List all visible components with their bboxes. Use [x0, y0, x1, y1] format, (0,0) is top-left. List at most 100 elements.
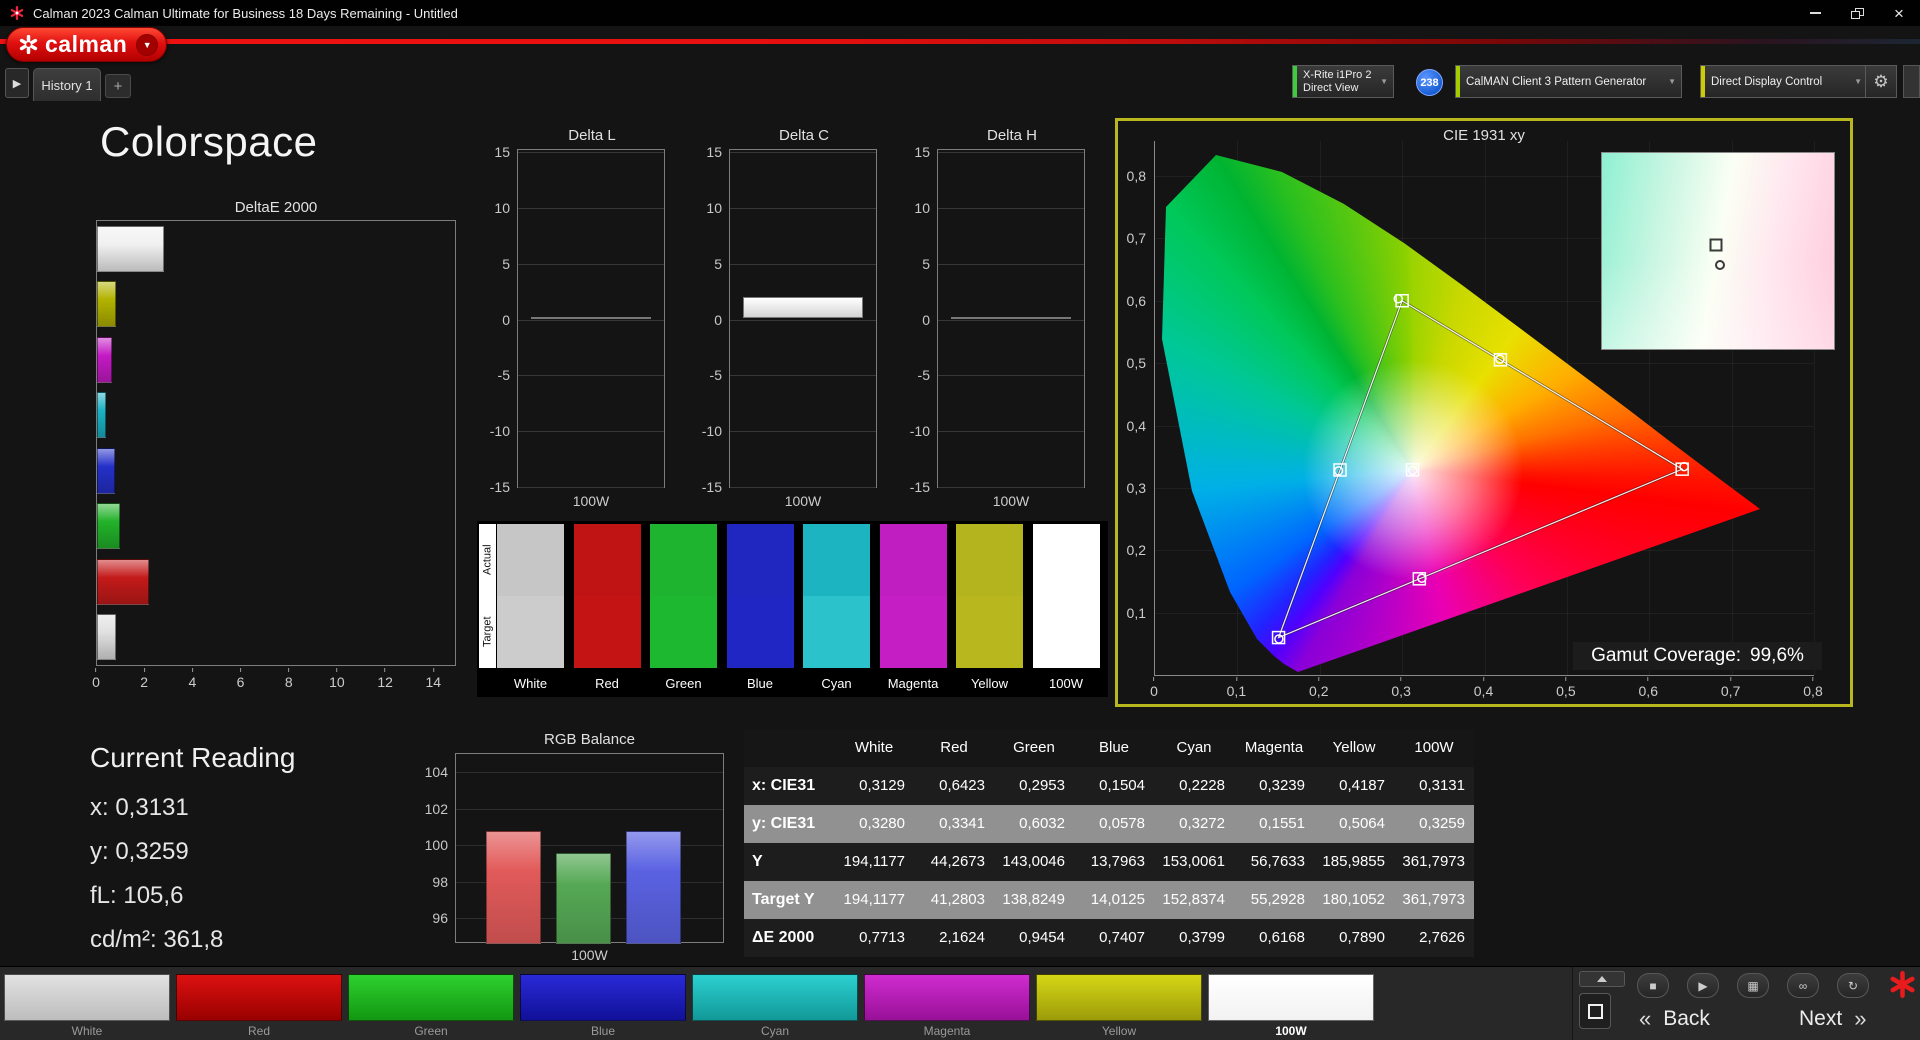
refresh-button[interactable]: ↻: [1837, 973, 1869, 998]
display-control-dropdown[interactable]: Direct Display Control ▼: [1700, 65, 1868, 98]
table-cell: 194,1177: [834, 881, 914, 919]
restore-button[interactable]: [1836, 0, 1878, 26]
back-button[interactable]: « Back: [1639, 1004, 1710, 1034]
display-accent: [1701, 66, 1705, 97]
table-rowlabel: ΔE 2000: [744, 919, 834, 957]
pattern-button-cyan[interactable]: Cyan: [692, 974, 858, 1036]
titlebar: Calman 2023 Calman Ultimate for Business…: [0, 0, 1920, 26]
chevron-down-icon: ▼: [1668, 77, 1676, 86]
delta-c-xlabel: 100W: [729, 493, 877, 509]
toolbar-edge-button[interactable]: [1903, 65, 1920, 98]
pattern-label: Blue: [520, 1024, 686, 1038]
pattern-generator-dropdown[interactable]: CalMAN Client 3 Pattern Generator ▼: [1455, 65, 1682, 98]
deltae-xtick: 14: [426, 668, 442, 690]
pattern-label: Red: [176, 1024, 342, 1038]
cie-xtick: 0,2: [1309, 677, 1328, 699]
tab-history-1[interactable]: History 1: [33, 68, 101, 101]
delta-value-bar: [531, 317, 651, 319]
delta-h-plot: 151050-5-10-15: [937, 149, 1085, 488]
delta-h-title: Delta H: [937, 127, 1087, 144]
deltae-bar-green: [97, 503, 120, 549]
calman-logo-text: calman: [45, 31, 127, 58]
calman-menu-button[interactable]: calman ▼: [6, 27, 167, 62]
expand-up-button[interactable]: [1579, 971, 1625, 987]
back-label: Back: [1663, 1007, 1710, 1031]
link-button[interactable]: ∞: [1787, 973, 1819, 998]
actual-swatch: [1033, 524, 1100, 596]
gamut-coverage-value: 99,6%: [1750, 645, 1804, 667]
target-swatch: [956, 596, 1023, 668]
save-button[interactable]: ▦: [1737, 973, 1769, 998]
delta-l-title: Delta L: [517, 127, 667, 144]
deltae-bar-magenta: [97, 337, 112, 383]
table-header-100w: 100W: [1394, 729, 1474, 767]
target-swatch: [574, 596, 641, 668]
actual-swatch: [497, 524, 564, 596]
cie-xtick: 0,7: [1721, 677, 1740, 699]
pattern-button-100w[interactable]: 100W: [1208, 974, 1374, 1036]
meter-dropdown[interactable]: X-Rite i1Pro 2 Direct View ▼: [1292, 65, 1394, 98]
table-cell: 0,6032: [994, 805, 1074, 843]
swatch-label: Magenta: [880, 676, 947, 691]
back-arrow-icon: «: [1639, 1006, 1651, 1032]
rgb-bar-green: [556, 853, 611, 944]
pattern-button-green[interactable]: Green: [348, 974, 514, 1036]
stop-button[interactable]: ■: [1637, 973, 1669, 998]
table-cell: 153,0061: [1154, 843, 1234, 881]
pattern-button-magenta[interactable]: Magenta: [864, 974, 1030, 1036]
rgb-balance-xlabel: 100W: [455, 947, 724, 963]
table-cell: 55,2928: [1234, 881, 1314, 919]
deltae-bar-white: [97, 614, 116, 660]
pattern-button-red[interactable]: Red: [176, 974, 342, 1036]
delta-h-chart: Delta H 151050-5-10-15 100W: [937, 127, 1087, 144]
cie-ytick: 0,5: [1127, 355, 1146, 371]
next-arrow-icon: »: [1854, 1006, 1866, 1032]
table-cell: 361,7973: [1394, 843, 1474, 881]
pattern-window-button[interactable]: [1579, 993, 1611, 1029]
pattern-button-yellow[interactable]: Yellow: [1036, 974, 1202, 1036]
history-play-button[interactable]: ▶: [5, 68, 29, 98]
deltae-bar-yellow: [97, 281, 116, 327]
delta-l-xlabel: 100W: [517, 493, 665, 509]
swatch-label: Red: [574, 676, 641, 691]
add-tab-button[interactable]: +: [105, 74, 131, 98]
pattern-swatch: [864, 974, 1030, 1021]
close-icon: ×: [1894, 5, 1904, 22]
actual-target-swatch-strip: ActualTargetWhiteRedGreenBlueCyanMagenta…: [477, 521, 1108, 697]
close-button[interactable]: ×: [1878, 0, 1920, 26]
meter-badge[interactable]: 238: [1416, 69, 1443, 96]
up-arrow-icon: [1597, 976, 1607, 982]
table-cell: 0,3280: [834, 805, 914, 843]
cie-xtick: 0,5: [1556, 677, 1575, 699]
swatch-column-yellow: Yellow: [956, 524, 1023, 694]
table-cell: 143,0046: [994, 843, 1074, 881]
settings-gear-button[interactable]: ⚙: [1865, 65, 1897, 98]
next-button[interactable]: Next »: [1799, 1004, 1866, 1034]
pattern-button-blue[interactable]: Blue: [520, 974, 686, 1036]
table-header-cyan: Cyan: [1154, 729, 1234, 767]
cie-y-axis: 0,80,70,60,50,40,30,20,1: [1118, 141, 1150, 681]
whitepoint-inset: [1601, 152, 1835, 350]
pattern-swatch: [520, 974, 686, 1021]
pattern-label: White: [4, 1024, 170, 1038]
current-reading: Current Reading x: 0,3131y: 0,3259fL: 10…: [90, 742, 295, 962]
target-swatch: [880, 596, 947, 668]
deltae-row-red: [97, 554, 455, 610]
calman-star-button[interactable]: [1886, 969, 1918, 999]
pattern-label: Magenta: [864, 1024, 1030, 1038]
table-cell: 152,8374: [1154, 881, 1234, 919]
table-cell: 0,5064: [1314, 805, 1394, 843]
minimize-button[interactable]: [1794, 0, 1836, 26]
chevron-down-icon: ▼: [1854, 77, 1862, 86]
cie-measured-white: [1409, 466, 1417, 474]
play-button[interactable]: ▶: [1687, 973, 1719, 998]
window-title: Calman 2023 Calman Ultimate for Business…: [33, 6, 458, 21]
table-cell: 0,7713: [834, 919, 914, 957]
pattern-button-white[interactable]: White: [4, 974, 170, 1036]
table-cell: 0,3799: [1154, 919, 1234, 957]
cie-xtick: 0,1: [1227, 677, 1246, 699]
deltae-xtick: 2: [140, 668, 148, 690]
table-cell: 13,7963: [1074, 843, 1154, 881]
calman-logo-icon: [19, 35, 38, 54]
minimize-icon: [1810, 12, 1821, 14]
